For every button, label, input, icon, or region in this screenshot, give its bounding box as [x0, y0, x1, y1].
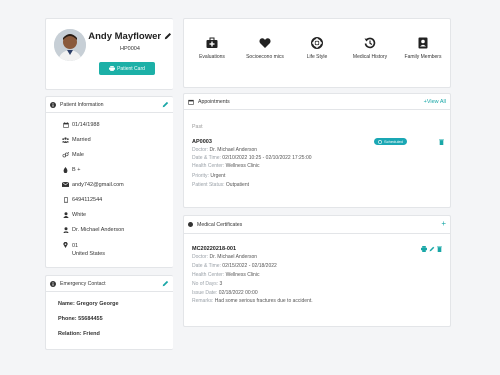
appointment-doctor: Doctor: Dr. Michael Anderson — [192, 147, 258, 153]
family-icon — [418, 37, 428, 49]
envelope-icon — [62, 182, 69, 187]
emergency-name: Name: Gregory George — [58, 301, 119, 307]
calendar-icon — [188, 99, 194, 105]
info-icon — [50, 101, 56, 108]
emergency-contact-header: Emergency Contact — [46, 276, 173, 292]
user-doctor-icon — [62, 227, 69, 233]
heart-icon — [259, 38, 271, 48]
nav-life-style[interactable]: Life Style — [291, 19, 343, 61]
appointment-id[interactable]: AP0003 — [192, 139, 212, 145]
patient-information-header: Patient Information — [46, 97, 173, 113]
map-marker-icon — [63, 242, 68, 248]
info-email: andy742@gmail.com — [59, 182, 124, 189]
medical-certificates-card: Medical Certificates + MC20220218-001 Do… — [183, 215, 451, 327]
circle-icon — [188, 222, 193, 227]
appointment-center: Health Center: Wellness Clinic — [192, 163, 260, 169]
history-icon — [364, 37, 376, 49]
info-dob: 01/14/1988 — [59, 122, 100, 129]
info-phone: 6494112544 — [59, 197, 102, 204]
nav-family-members[interactable]: Family Members — [397, 19, 449, 61]
printer-icon[interactable] — [421, 246, 427, 252]
info-race: White — [59, 212, 86, 219]
lifebuoy-icon — [311, 37, 323, 49]
patient-code: HP0004 — [120, 46, 140, 52]
info-doctor: Dr. Michael Anderson — [59, 227, 124, 234]
tint-icon — [63, 167, 68, 173]
certificate-center: Health Center: Wellness Clinic — [192, 272, 260, 278]
gender-icon — [62, 152, 69, 158]
mobile-icon — [63, 197, 68, 203]
certificate-id[interactable]: MC20220218-001 — [192, 246, 236, 252]
emergency-contact-card: Emergency Contact Name: Gregory George P… — [45, 275, 173, 350]
user-icon — [62, 212, 69, 218]
appointments-card: Appointments +View All Past AP0003 Sched… — [183, 93, 451, 208]
info-blood: B + — [59, 167, 80, 174]
avatar — [54, 29, 86, 61]
users-icon — [62, 137, 69, 143]
patient-information-card: Patient Information 01/14/1988 Married M… — [45, 96, 173, 268]
emergency-relation: Relation: Friend — [58, 331, 100, 337]
clock-icon — [378, 139, 382, 144]
printer-icon — [109, 66, 116, 71]
edit-pencil-icon[interactable] — [429, 246, 435, 252]
nav-socioeconomics[interactable]: Socioecono mics — [239, 19, 291, 61]
status-badge: Scheduled — [374, 138, 407, 145]
info-gender: Male — [59, 152, 84, 159]
nav-medical-history[interactable]: Medical History — [344, 19, 396, 61]
appointment-datetime: Date & Time: 02/10/2022 10:25 - 02/10/20… — [192, 155, 312, 161]
info-icon — [50, 280, 56, 287]
emergency-phone: Phone: 55684455 — [58, 316, 103, 322]
pencil-icon[interactable] — [164, 32, 172, 40]
appointment-patient-status: Patient Status: Outpatient — [192, 182, 249, 188]
certificate-remarks: Remarks: Had some serious fractures due … — [192, 298, 313, 304]
appointment-priority: Priority: Urgent — [192, 173, 226, 179]
trash-icon[interactable] — [437, 246, 442, 252]
patient-card-button[interactable]: Patient Card — [99, 62, 155, 75]
past-section-label: Past — [192, 124, 203, 130]
quick-nav: Evaluations Socioecono mics Life Style M… — [183, 18, 451, 88]
certificate-actions — [421, 246, 442, 252]
view-all-link[interactable]: +View All — [424, 99, 446, 105]
add-certificate-button[interactable]: + — [441, 219, 446, 228]
briefcase-medical-icon — [206, 37, 218, 48]
nav-evaluations[interactable]: Evaluations — [186, 19, 238, 61]
certificate-days: No of Days: 3 — [192, 281, 223, 287]
certificate-doctor: Doctor: Dr. Michael Anderson — [192, 254, 258, 260]
appointments-header: Appointments +View All — [184, 94, 450, 110]
trash-icon[interactable] — [439, 139, 444, 145]
edit-pencil-icon[interactable] — [162, 101, 169, 108]
certificate-date: Date & Time: 02/15/2022 - 02/18/2022 — [192, 263, 277, 269]
medical-certificates-header: Medical Certificates + — [184, 216, 450, 234]
edit-pencil-icon[interactable] — [162, 280, 169, 287]
address-text: 01 United States — [72, 243, 106, 257]
certificate-issue-date: Issue Date: 02/18/2022 00:00 — [192, 290, 258, 296]
info-address: 01 United States — [59, 242, 105, 258]
profile-card: Andy Mayflower HP0004 Patient Card — [45, 18, 173, 90]
info-marital: Married — [59, 137, 91, 144]
calendar-icon — [62, 122, 69, 128]
patient-name: Andy Mayflower — [86, 31, 174, 42]
